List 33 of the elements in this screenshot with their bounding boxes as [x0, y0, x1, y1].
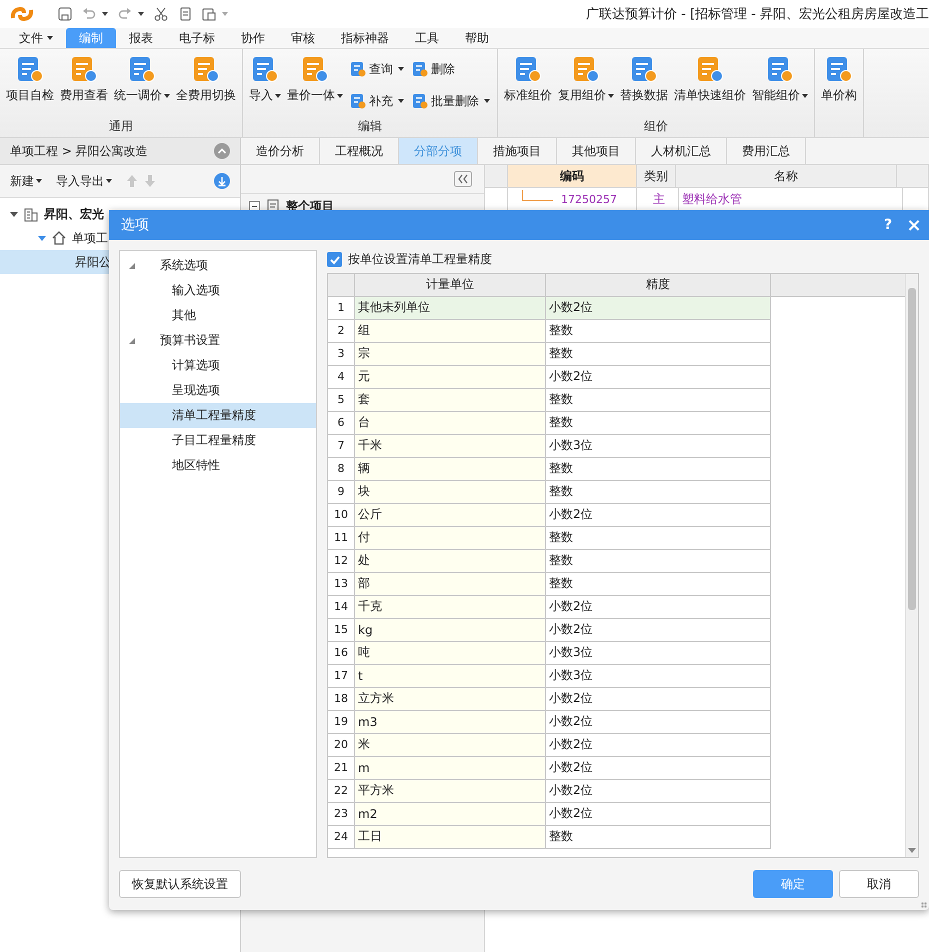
row-number: 23 — [328, 802, 354, 826]
group-label: 编辑 — [357, 118, 383, 135]
row-number: 8 — [328, 457, 354, 480]
row-number: 18 — [328, 687, 354, 710]
row-number: 1 — [328, 296, 354, 320]
row-number: 19 — [328, 710, 354, 734]
row-number: 20 — [328, 733, 354, 756]
column-header: 精度 — [546, 274, 770, 296]
row-number: 5 — [328, 388, 354, 412]
row-number: 6 — [328, 411, 354, 434]
row-number: 22 — [328, 779, 354, 802]
group-label: 组价 — [643, 118, 669, 135]
window-title: 广联达预算计价 - [招标管理 - 昇阳、宏光公租房房屋改造工 — [586, 6, 929, 23]
row-number: 16 — [328, 641, 354, 664]
row-number: 14 — [328, 595, 354, 618]
row-number: 13 — [328, 572, 354, 596]
row-number: 15 — [328, 618, 354, 642]
row-number: 3 — [328, 342, 354, 366]
row-number: 7 — [328, 434, 354, 458]
row-number: 10 — [328, 503, 354, 526]
row-number: 2 — [328, 319, 354, 342]
row-number: 11 — [328, 526, 354, 550]
row-number: 9 — [328, 480, 354, 504]
row-number: 24 — [328, 825, 354, 848]
group-label: 通用 — [108, 118, 134, 135]
column-header: 计量单位 — [354, 274, 546, 296]
row-number: 21 — [328, 756, 354, 780]
row-number: 12 — [328, 549, 354, 572]
row-number: 17 — [328, 664, 354, 688]
table-cell: 17250257 — [561, 192, 617, 206]
dialog-title: 选项 — [121, 216, 149, 234]
checkbox-label: 按单位设置清单工程量精度 — [348, 251, 492, 268]
row-number: 4 — [328, 365, 354, 388]
